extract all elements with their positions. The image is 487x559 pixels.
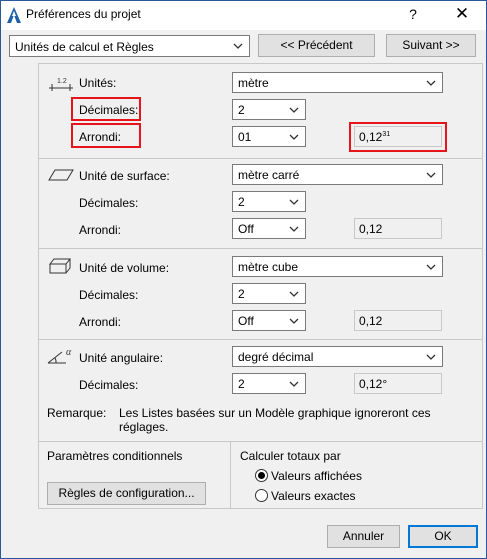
section-divider (38, 248, 483, 249)
project-preferences-dialog: Préférences du projet ? ✕ Unités de calc… (0, 0, 487, 559)
surface-preview-value: 0,12 (359, 222, 383, 236)
angle-unit-icon: α (47, 347, 72, 364)
volume-rounding-dropdown[interactable]: Off (232, 310, 306, 331)
units-decimals-value: 2 (238, 103, 245, 117)
chevron-down-icon (289, 134, 299, 140)
chevron-down-icon (426, 264, 436, 270)
angle-decimals-label: Décimales: (79, 378, 139, 392)
chevron-down-icon (289, 318, 299, 324)
chevron-down-icon (426, 80, 436, 86)
units-decimals-label: Décimales: (79, 103, 139, 117)
close-button[interactable]: ✕ (451, 4, 473, 24)
length-unit-dropdown[interactable]: mètre (232, 72, 443, 93)
angle-unit-dropdown[interactable]: degré décimal (232, 346, 443, 367)
window-title: Préférences du projet (26, 7, 141, 21)
units-rounding-value: 01 (238, 130, 252, 144)
surface-preview-field: 0,12 (354, 218, 442, 239)
ok-button[interactable]: OK (408, 525, 478, 548)
volume-preview-field: 0,12 (354, 310, 442, 331)
title-bar: Préférences du projet ? ✕ (1, 1, 486, 30)
angle-decimals-value: 2 (238, 377, 245, 391)
chevron-down-icon (426, 172, 436, 178)
radio-exact-values-label[interactable]: Valeurs exactes (271, 489, 356, 503)
length-unit-value: mètre (238, 76, 269, 90)
angle-unit-value: degré décimal (238, 350, 314, 364)
length-units-icon: 1.2 (49, 78, 73, 91)
units-label: Unités: (79, 76, 117, 90)
volume-unit-label: Unité de volume: (79, 261, 170, 275)
chevron-down-icon (426, 354, 436, 360)
radio-displayed-values[interactable] (255, 469, 268, 482)
angle-unit-icon-text: α (66, 347, 72, 358)
volume-rounding-value: Off (238, 314, 254, 328)
surface-rounding-value: Off (238, 222, 254, 236)
surface-unit-value: mètre carré (238, 168, 300, 182)
chevron-down-icon (233, 43, 243, 49)
section-divider (38, 441, 483, 442)
volume-decimals-value: 2 (238, 287, 245, 301)
radio-displayed-values-label[interactable]: Valeurs affichées (271, 469, 362, 483)
surface-unit-icon (48, 169, 74, 181)
units-decimals-dropdown[interactable]: 2 (232, 99, 306, 120)
archicad-app-icon (7, 7, 21, 23)
volume-decimals-label: Décimales: (79, 288, 139, 302)
category-dropdown[interactable]: Unités de calcul et Règles (9, 35, 250, 57)
surface-decimals-label: Décimales: (79, 196, 139, 210)
surface-unit-dropdown[interactable]: mètre carré (232, 164, 443, 185)
volume-unit-value: mètre cube (238, 260, 299, 274)
cancel-button[interactable]: Annuler (327, 525, 400, 548)
vertical-divider (230, 441, 231, 509)
preview-highlight-box (349, 122, 447, 152)
chevron-down-icon (289, 199, 299, 205)
surface-unit-label: Unité de surface: (79, 169, 170, 183)
radio-exact-values[interactable] (255, 489, 268, 502)
units-rounding-dropdown[interactable]: 01 (232, 126, 306, 147)
chevron-down-icon (289, 291, 299, 297)
section-divider (38, 339, 483, 340)
next-button[interactable]: Suivant >> (386, 34, 476, 57)
volume-decimals-dropdown[interactable]: 2 (232, 283, 306, 304)
section-divider (38, 158, 483, 159)
volume-rounding-label: Arrondi: (79, 315, 122, 329)
chevron-down-icon (289, 107, 299, 113)
angle-decimals-dropdown[interactable]: 2 (232, 373, 306, 394)
conditional-params-label: Paramètres conditionnels (47, 449, 183, 463)
angle-preview-value: 0,12° (359, 377, 388, 391)
angle-preview-field: 0,12° (354, 373, 442, 394)
remark-label: Remarque: (47, 406, 107, 420)
previous-button[interactable]: << Précédent (258, 34, 375, 57)
surface-decimals-value: 2 (238, 195, 245, 209)
volume-preview-value: 0,12 (359, 314, 383, 328)
chevron-down-icon (289, 381, 299, 387)
remark-text-line2: réglages. (119, 420, 169, 434)
volume-unit-icon (48, 258, 72, 274)
surface-rounding-label: Arrondi: (79, 223, 122, 237)
totals-label: Calculer totaux par (240, 449, 341, 463)
category-dropdown-value: Unités de calcul et Règles (15, 40, 154, 54)
angle-unit-label: Unité angulaire: (79, 351, 164, 365)
surface-decimals-dropdown[interactable]: 2 (232, 191, 306, 212)
units-rounding-label: Arrondi: (79, 130, 122, 144)
remark-text-line1: Les Listes basées sur un Modèle graphiqu… (119, 406, 431, 420)
surface-rounding-dropdown[interactable]: Off (232, 218, 306, 239)
length-units-icon-text: 1.2 (57, 78, 67, 85)
volume-unit-dropdown[interactable]: mètre cube (232, 256, 443, 277)
help-button[interactable]: ? (403, 6, 423, 22)
configuration-rules-button[interactable]: Règles de configuration... (47, 482, 206, 505)
chevron-down-icon (289, 226, 299, 232)
